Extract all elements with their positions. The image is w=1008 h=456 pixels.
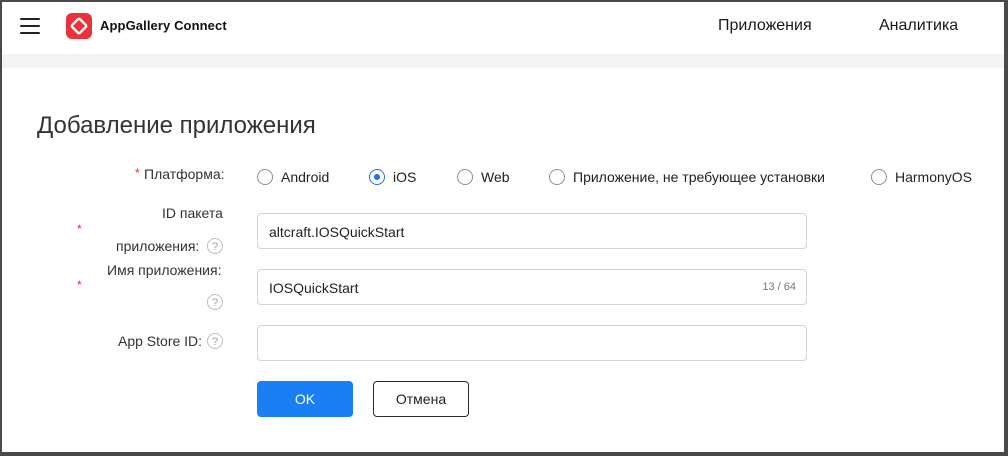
radio-circle[interactable] xyxy=(549,169,565,185)
cancel-button[interactable]: Отмена xyxy=(373,381,469,417)
top-header: AppGallery Connect Приложения Аналитика xyxy=(2,2,1004,52)
help-icon[interactable]: ? xyxy=(207,294,223,310)
app-store-id-label: App Store ID: xyxy=(118,333,203,349)
help-icon[interactable]: ? xyxy=(207,238,223,254)
radio-label: Android xyxy=(281,169,330,185)
radio-circle[interactable] xyxy=(457,169,473,185)
appgallery-logo-icon xyxy=(66,13,92,39)
required-marker: * xyxy=(135,166,140,180)
hamburger-menu-icon[interactable] xyxy=(20,16,42,36)
header-divider xyxy=(2,54,1004,68)
app-name-input[interactable]: IOSQuickStart 13 / 64 xyxy=(257,269,807,305)
package-id-label-line1: ID пакета xyxy=(162,205,223,221)
required-marker: * xyxy=(77,222,82,236)
nav-analytics[interactable]: Аналитика xyxy=(879,17,958,35)
radio-circle[interactable] xyxy=(871,169,887,185)
character-counter: 13 / 64 xyxy=(762,281,796,293)
radio-label: HarmonyOS xyxy=(895,169,973,185)
page-title: Добавление приложения xyxy=(37,112,316,139)
package-id-label-line2: приложения: xyxy=(116,238,200,254)
ok-button[interactable]: OK xyxy=(257,381,353,417)
radio-label: Web xyxy=(481,169,510,185)
nav-applications[interactable]: Приложения xyxy=(718,17,812,35)
radio-circle-selected[interactable] xyxy=(369,169,385,185)
app-store-id-input[interactable] xyxy=(257,325,807,361)
package-id-value: altcraft.IOSQuickStart xyxy=(269,224,405,240)
radio-circle[interactable] xyxy=(257,169,273,185)
package-id-input[interactable]: altcraft.IOSQuickStart xyxy=(257,213,807,249)
radio-label: Приложение, не требующее установки xyxy=(573,169,825,185)
platform-label: Платформа: xyxy=(144,166,225,182)
brand-name: AppGallery Connect xyxy=(100,18,227,33)
app-name-value: IOSQuickStart xyxy=(269,280,359,296)
radio-label: iOS xyxy=(393,169,417,185)
app-window: AppGallery Connect Приложения Аналитика … xyxy=(2,2,1004,452)
help-icon[interactable]: ? xyxy=(207,333,223,349)
app-name-label: Имя приложения: xyxy=(107,262,222,278)
required-marker: * xyxy=(77,278,82,292)
